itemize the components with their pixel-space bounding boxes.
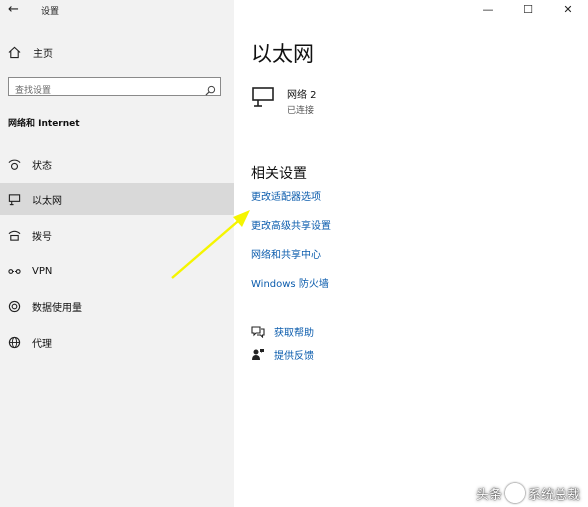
watermark: 头条 系统总裁 — [476, 483, 580, 503]
data-usage-icon — [7, 299, 21, 313]
back-arrow-icon[interactable]: ← — [8, 2, 19, 17]
sidebar-item-data-usage[interactable]: 数据使用量 — [0, 290, 234, 322]
section-title: 网络和 Internet — [8, 119, 80, 129]
sidebar-item-label: VPN — [32, 265, 53, 277]
home-button[interactable]: 主页 — [8, 44, 53, 60]
vpn-icon — [7, 264, 21, 278]
sidebar-item-label: 代理 — [32, 338, 52, 350]
get-help[interactable]: 获取帮助 — [251, 324, 314, 339]
home-label: 主页 — [33, 48, 53, 60]
watermark-text-left: 头条 — [475, 487, 502, 503]
sidebar-item-label: 状态 — [32, 160, 52, 172]
sidebar-item-label: 以太网 — [32, 195, 62, 207]
maximize-icon[interactable]: ☐ — [508, 0, 548, 20]
feedback-icon — [252, 349, 264, 360]
give-feedback[interactable]: 提供反馈 — [251, 347, 314, 362]
network-entry[interactable]: 网络 2 已连接 — [251, 86, 317, 116]
related-settings-title: 相关设置 — [251, 166, 307, 182]
link-change-adapter-options[interactable]: 更改适配器选项 — [251, 188, 321, 203]
sidebar-item-label: 数据使用量 — [32, 302, 82, 314]
status-icon — [7, 157, 21, 171]
window-title: 设置 — [41, 7, 60, 17]
window-controls: — ☐ ✕ — [468, 0, 588, 20]
pointer-arrow-annotation — [171, 210, 250, 279]
close-icon[interactable]: ✕ — [548, 0, 588, 20]
ethernet-icon — [7, 192, 21, 206]
network-adapter-icon — [252, 87, 274, 107]
network-status: 已连接 — [287, 106, 315, 116]
page-title: 以太网 — [251, 42, 314, 66]
sidebar-item-label: 拨号 — [32, 231, 52, 243]
watermark-text-right: 系统总裁 — [527, 487, 580, 503]
give-feedback-label: 提供反馈 — [274, 351, 314, 362]
title-bar: ← 设置 — [0, 0, 234, 22]
search-input[interactable] — [9, 82, 195, 100]
sidebar-item-proxy[interactable]: 代理 — [0, 326, 234, 358]
minimize-icon[interactable]: — — [468, 0, 508, 20]
dialup-icon — [7, 228, 21, 242]
proxy-icon — [7, 335, 21, 349]
main-content: — ☐ ✕ 以太网 网络 2 已连接 相关设置 更改适配器选项 更改高级共享设置… — [234, 0, 588, 507]
get-help-label: 获取帮助 — [274, 328, 314, 339]
link-windows-firewall[interactable]: Windows 防火墙 — [251, 275, 329, 290]
home-icon — [8, 46, 21, 58]
watermark-logo — [504, 483, 525, 503]
link-advanced-sharing[interactable]: 更改高级共享设置 — [251, 217, 331, 232]
link-network-sharing-center[interactable]: 网络和共享中心 — [251, 246, 321, 261]
sidebar-item-status[interactable]: 状态 — [0, 148, 234, 180]
search-box[interactable] — [8, 77, 221, 100]
network-name: 网络 2 — [287, 90, 317, 101]
search-icon[interactable] — [205, 81, 216, 100]
help-chat-icon — [251, 326, 265, 338]
